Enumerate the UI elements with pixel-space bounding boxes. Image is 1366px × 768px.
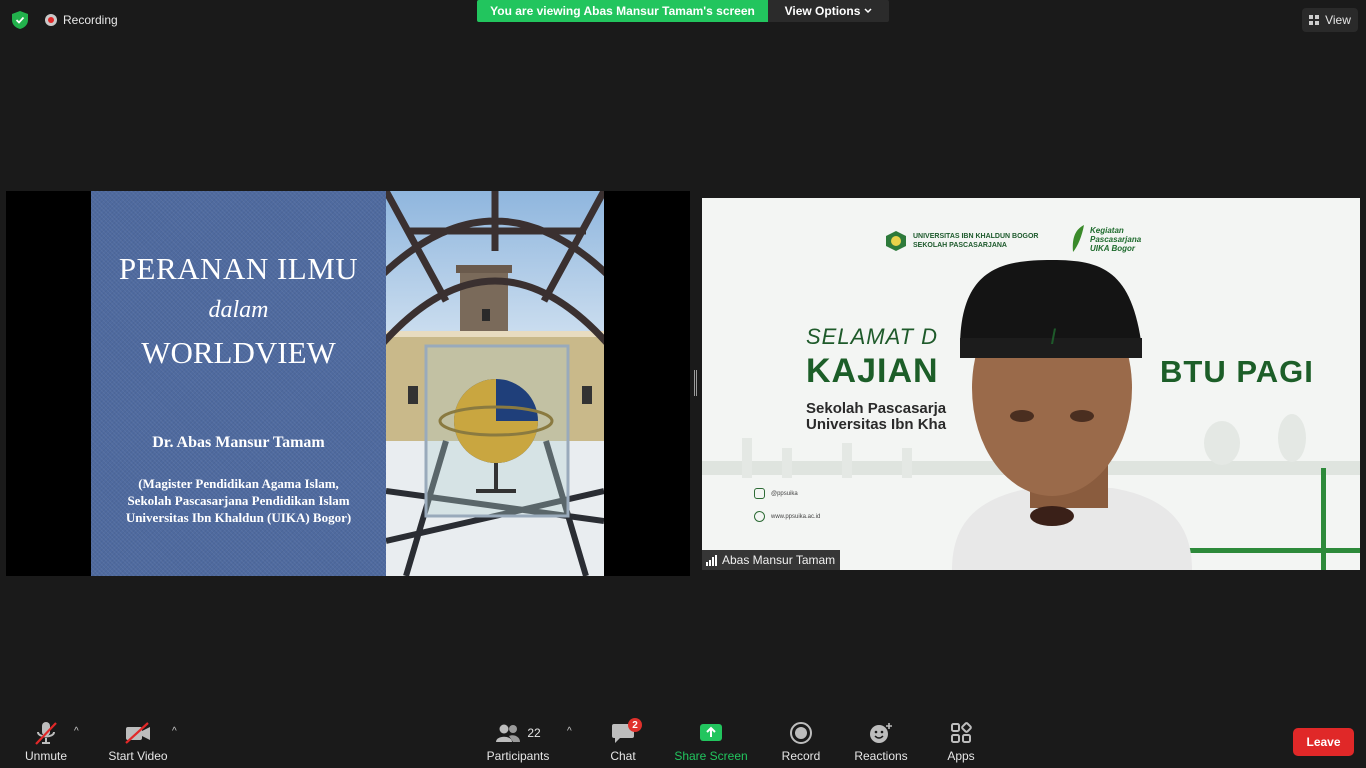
audio-options-caret-icon[interactable]: ^ (74, 726, 79, 737)
slide-title-line1: PERANAN ILMU (118, 251, 359, 286)
view-options-button[interactable]: View Options (768, 0, 889, 22)
background-greeting-text: SELAMAT D I (806, 324, 1057, 350)
website-link: www.ppsuika.ac.id (754, 511, 820, 522)
school-name: SEKOLAH PASCASARJANA (913, 242, 1007, 249)
security-shield-icon[interactable] (12, 11, 28, 29)
greeting-text-tail: I (1050, 324, 1058, 349)
participants-button[interactable]: 22 Participants (485, 712, 551, 768)
signal-strength-icon (706, 554, 717, 566)
start-video-button[interactable]: Start Video (106, 712, 170, 768)
leave-button[interactable]: Leave (1293, 728, 1354, 756)
kegiatan-line2: Pascasarjana (1090, 234, 1142, 244)
apps-label: Apps (947, 749, 975, 763)
recording-indicator[interactable]: Recording (45, 13, 118, 27)
slide-affiliation-line2: Sekolah Pascasarjana Pendidikan Islam (127, 493, 350, 508)
reactions-smiley-icon (870, 723, 892, 743)
share-screen-icon (700, 724, 722, 741)
kegiatan-line1: Kegiatan (1090, 225, 1124, 235)
record-label: Record (781, 749, 821, 763)
background-kajian-text: KAJIAN (806, 352, 939, 390)
participants-label: Participants (486, 749, 550, 763)
university-logo: UNIVERSITAS IBN KHALDUN BOGOR SEKOLAH PA… (885, 230, 1038, 252)
panel-resize-handle[interactable] (694, 370, 697, 396)
slide-title-line3: WORLDVIEW (141, 335, 336, 370)
participant-name: Abas Mansur Tamam (722, 553, 836, 567)
video-options-caret-icon[interactable]: ^ (172, 726, 177, 737)
kegiatan-line3: UIKA Bogor (1090, 243, 1136, 253)
instagram-icon (754, 488, 765, 499)
participants-count: 22 (527, 726, 541, 740)
slide-author: Dr. Abas Mansur Tamam (152, 434, 325, 451)
view-options-label: View Options (784, 4, 861, 18)
record-button[interactable]: Record (780, 712, 822, 768)
slide-affiliation-line1: (Magister Pendidikan Agama Islam, (138, 476, 339, 491)
slide-photo-globe-courtyard (386, 191, 604, 576)
website-text: www.ppsuika.ac.id (771, 513, 821, 520)
unmute-label: Unmute (24, 749, 68, 763)
view-label: View (1325, 13, 1351, 27)
unmute-button[interactable]: Unmute (22, 712, 70, 768)
slide-title-line2: dalam (208, 297, 269, 323)
chat-unread-badge: 2 (628, 718, 642, 732)
microphone-muted-icon (35, 722, 57, 745)
reactions-button[interactable]: Reactions (853, 712, 909, 768)
reactions-label: Reactions (854, 749, 908, 763)
chevron-down-icon (864, 8, 872, 14)
university-emblem-icon (886, 231, 906, 251)
apps-icon (951, 722, 972, 743)
start-video-label: Start Video (108, 749, 168, 763)
speaker-video-tile[interactable]: UNIVERSITAS IBN KHALDUN BOGOR SEKOLAH PA… (702, 198, 1360, 570)
feather-quill-icon (1072, 225, 1084, 252)
slide-affiliation: (Magister Pendidikan Agama Islam, Sekola… (101, 475, 376, 526)
kegiatan-logo: Kegiatan Pascasarjana UIKA Bogor (1070, 224, 1141, 254)
greeting-text-visible: SELAMAT D (806, 324, 939, 349)
background-subtitle-line2: Universitas Ibn Kha (806, 416, 947, 433)
record-icon (790, 722, 812, 744)
university-name: UNIVERSITAS IBN KHALDUN BOGOR (913, 233, 1039, 240)
background-pagi-text: BTU PAGI (1160, 354, 1314, 389)
recording-label: Recording (63, 13, 118, 27)
globe-icon (754, 511, 765, 522)
participants-options-caret-icon[interactable]: ^ (567, 726, 572, 737)
background-subtitle-line1: Sekolah Pascasarja (806, 400, 947, 417)
participants-icon (496, 724, 521, 742)
viewing-screen-banner: You are viewing Abas Mansur Tamam's scre… (477, 0, 768, 22)
slide-affiliation-line3: Universitas Ibn Khaldun (UIKA) Bogor) (125, 510, 352, 525)
slide-title-panel: PERANAN ILMU dalam WORLDVIEW Dr. Abas Ma… (91, 191, 386, 576)
recording-dot-icon (45, 14, 57, 26)
meeting-controls-toolbar: Unmute ^ Start Video ^ 22 Participants ^ (0, 712, 1366, 768)
share-screen-label: Share Screen (674, 749, 748, 763)
instagram-text: @ppsuika (771, 490, 798, 497)
view-button[interactable]: View (1302, 8, 1358, 32)
instagram-handle: @ppsuika (754, 488, 798, 499)
grid-view-icon (1309, 15, 1320, 25)
chat-label: Chat (610, 749, 636, 763)
share-screen-button[interactable]: Share Screen (674, 712, 748, 768)
video-camera-muted-icon (125, 722, 150, 744)
apps-button[interactable]: Apps (944, 712, 978, 768)
participant-name-tag: Abas Mansur Tamam (702, 550, 841, 570)
shared-screen: PERANAN ILMU dalam WORLDVIEW Dr. Abas Ma… (6, 191, 690, 576)
courtyard-globe-illustration (386, 191, 604, 576)
meeting-top-bar: Recording You are viewing Abas Mansur Ta… (0, 0, 1366, 40)
